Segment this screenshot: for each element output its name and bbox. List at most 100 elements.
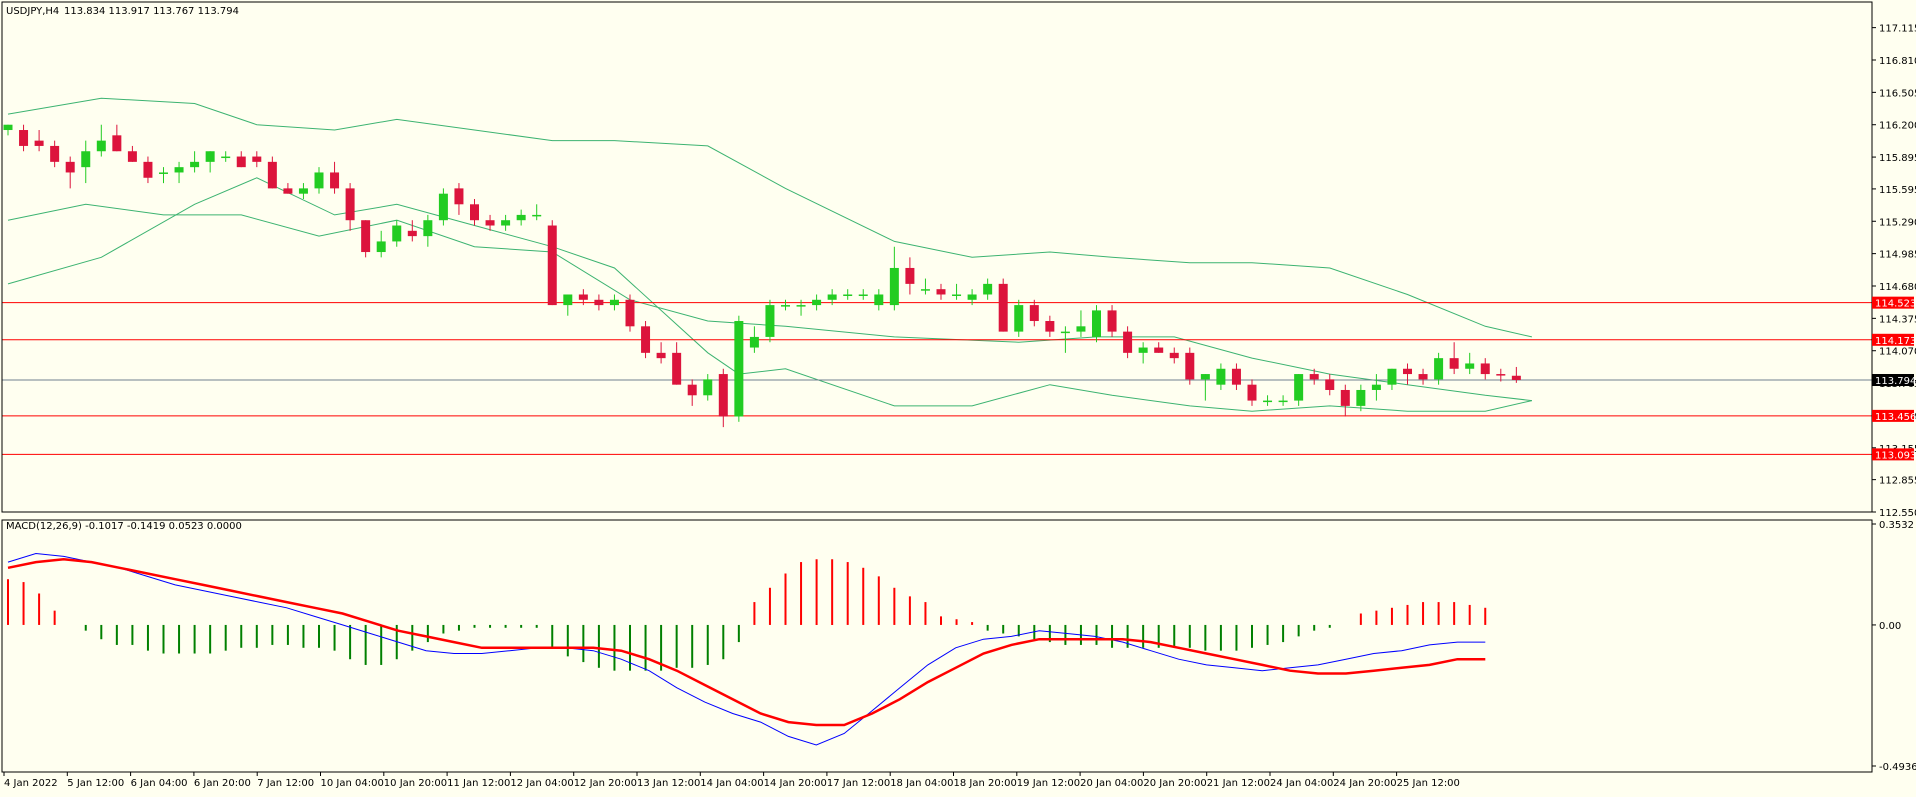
candle-body [81, 151, 91, 168]
candle-body [330, 172, 340, 189]
candle-body [1185, 352, 1195, 380]
time-tick-label: 19 Jan 12:00 [1017, 778, 1080, 789]
candle-body [112, 135, 122, 152]
candle-body [983, 283, 993, 295]
level-tag-label: 114.173 [1875, 336, 1916, 347]
candle-body [594, 299, 604, 306]
time-tick-label: 7 Jan 12:00 [257, 778, 314, 789]
chart-background [0, 0, 1916, 793]
price-tick-label: 112.550 [1879, 508, 1916, 519]
price-tick-label: 115.290 [1879, 217, 1916, 228]
candle-body [1387, 368, 1397, 385]
candle-body [703, 379, 713, 396]
candle-body [905, 267, 915, 284]
candle-body [609, 299, 619, 306]
time-tick-label: 4 Jan 2022 [4, 778, 58, 789]
candle-body [1480, 363, 1490, 375]
candle-body [174, 167, 184, 173]
candle-body [501, 220, 511, 226]
time-tick-label: 24 Jan 04:00 [1270, 778, 1333, 789]
candle-body [625, 299, 635, 327]
time-tick-label: 5 Jan 12:00 [67, 778, 124, 789]
time-tick-label: 12 Jan 04:00 [510, 778, 573, 789]
candle-body [159, 172, 168, 174]
candle-body [65, 161, 75, 173]
candle-body [1403, 368, 1412, 375]
price-tick-label: 116.200 [1879, 121, 1916, 132]
time-tick-label: 25 Jan 12:00 [1397, 778, 1460, 789]
time-tick-label: 20 Jan 04:00 [1080, 778, 1143, 789]
macd-label: MACD(12,26,9) -0.1017 -0.1419 0.0523 0.0… [6, 521, 242, 532]
candle-body [50, 145, 60, 162]
candle-body [438, 193, 448, 221]
time-tick-label: 20 Jan 20:00 [1143, 778, 1206, 789]
candle-body [936, 289, 946, 295]
chart-canvas[interactable]: 117.115 116.810 116.505 116.200 115.895 115.5… [0, 0, 1916, 793]
candle-body [1045, 321, 1055, 332]
candle-body [1029, 305, 1039, 322]
price-tick-label: 116.505 [1879, 88, 1916, 99]
ohlc-readout: 113.834 113.917 113.767 113.794 [64, 6, 239, 17]
candle-body [1107, 310, 1117, 332]
candle-body [563, 294, 573, 306]
candle-body [734, 321, 744, 417]
level-tag-label: 114.523 [1875, 299, 1916, 310]
candle-body [967, 294, 977, 300]
candle-body [423, 220, 433, 237]
time-tick-label: 17 Jan 12:00 [827, 778, 890, 789]
macd-tick-label: 0.00 [1879, 621, 1901, 632]
current-price-label: 113.794 [1875, 376, 1916, 387]
price-tick-label: 114.680 [1879, 282, 1916, 293]
candle-body [1465, 363, 1475, 369]
time-tick-label: 6 Jan 20:00 [194, 778, 251, 789]
candle-body [812, 299, 822, 306]
candle-body [470, 204, 479, 221]
candle-body [843, 294, 853, 296]
candle-body [1216, 368, 1226, 385]
candle-body [392, 225, 402, 242]
candle-body [407, 230, 417, 237]
candle-body [1371, 384, 1381, 390]
candle-body [749, 336, 759, 348]
candle-body [1154, 347, 1164, 353]
candle-body [858, 294, 868, 296]
candle-body [1418, 374, 1428, 380]
candle-body [19, 130, 29, 146]
candle-body [1014, 305, 1024, 332]
candle-body [252, 156, 262, 162]
time-tick-label: 24 Jan 20:00 [1333, 778, 1396, 789]
candle-body [641, 326, 651, 353]
time-tick-label: 21 Jan 12:00 [1207, 778, 1270, 789]
candle-body [1231, 368, 1241, 385]
candle-body [687, 384, 697, 396]
candle-body [1263, 400, 1273, 403]
candle-body [127, 151, 137, 162]
candle-body [1123, 331, 1133, 353]
candle-body [1060, 331, 1070, 334]
candle-body [1434, 358, 1444, 380]
candle-body [765, 305, 775, 337]
price-tick-label: 114.985 [1879, 250, 1916, 261]
time-tick-label: 12 Jan 20:00 [574, 778, 637, 789]
candle-body [1092, 310, 1101, 337]
candle-body [532, 214, 542, 217]
macd-tick-label: 0.3532 [1879, 520, 1914, 531]
candle-body [1449, 358, 1459, 369]
candle-body [672, 352, 682, 385]
candle-body [190, 161, 200, 168]
candle-body [656, 352, 666, 359]
candle-body [718, 374, 728, 417]
candle-body [314, 172, 324, 189]
price-tick-label: 112.855 [1879, 476, 1916, 487]
candle-body [221, 156, 231, 159]
price-tick-label: 116.810 [1879, 56, 1916, 67]
chart-window: 117.115 116.810 116.505 116.200 115.895 115.5… [0, 0, 1916, 793]
candle-body [1247, 384, 1257, 401]
candle-body [236, 156, 246, 168]
candle-body [889, 267, 899, 306]
price-tick-label: 114.375 [1879, 314, 1916, 325]
candle-body [781, 305, 790, 307]
candle-body [578, 294, 588, 300]
candle-body [143, 161, 153, 178]
candle-body [1294, 374, 1304, 401]
